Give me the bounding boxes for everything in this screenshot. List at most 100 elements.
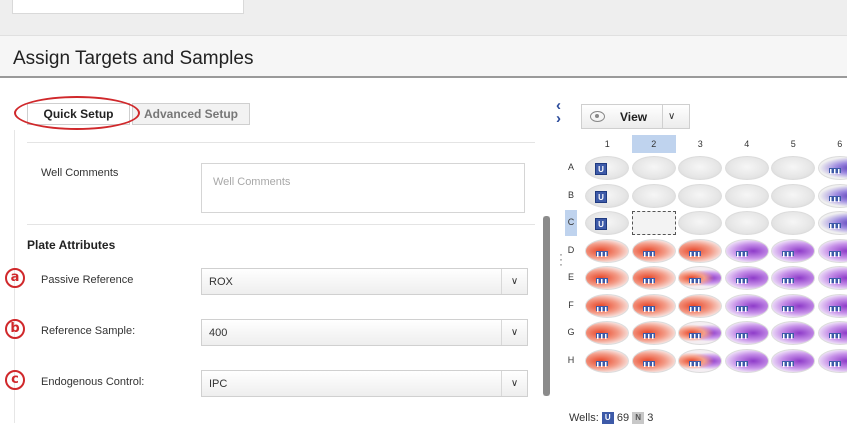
sample-tube-icon — [781, 326, 795, 340]
well-C4[interactable] — [725, 211, 769, 235]
unknown-count: 69 — [617, 412, 629, 424]
sample-tube-icon — [595, 244, 609, 258]
reference-sample-select[interactable]: 400 ∨ — [201, 319, 528, 346]
endogenous-control-select[interactable]: IPC ∨ — [201, 370, 528, 397]
plate-attributes-title: Plate Attributes — [27, 238, 115, 252]
unknown-sample-icon: U — [595, 218, 607, 230]
column-header-6[interactable]: 6 — [818, 135, 847, 153]
column-header-1[interactable]: 1 — [585, 135, 630, 153]
well-A2[interactable] — [632, 156, 676, 180]
well-D5[interactable] — [771, 239, 815, 263]
splitter-handle[interactable]: ··· — [559, 252, 563, 267]
sample-tube-icon — [642, 244, 656, 258]
view-menu-button[interactable]: View ∨ — [581, 104, 690, 129]
divider — [662, 105, 663, 128]
sample-tube-icon — [781, 354, 795, 368]
well-D1[interactable] — [585, 239, 629, 263]
well-F3[interactable] — [678, 294, 722, 318]
well-A5[interactable] — [771, 156, 815, 180]
sample-tube-icon — [828, 354, 842, 368]
well-H2[interactable] — [632, 349, 676, 373]
chevron-down-icon: ∨ — [501, 269, 527, 294]
well-D3[interactable] — [678, 239, 722, 263]
well-E2[interactable] — [632, 266, 676, 290]
column-header-4[interactable]: 4 — [725, 135, 770, 153]
row-header-C[interactable]: C — [565, 210, 577, 236]
well-H4[interactable] — [725, 349, 769, 373]
marker-c: c — [5, 370, 25, 390]
marker-a: a — [5, 268, 25, 288]
row-header-E[interactable]: E — [565, 265, 577, 291]
well-F5[interactable] — [771, 294, 815, 318]
row-header-H[interactable]: H — [565, 348, 577, 374]
sample-tube-icon — [642, 354, 656, 368]
well-B1[interactable]: U — [585, 184, 629, 208]
well-D6[interactable] — [818, 239, 847, 263]
sample-tube-icon — [595, 326, 609, 340]
sample-tube-icon — [735, 244, 749, 258]
row-header-A[interactable]: A — [565, 155, 577, 181]
well-F4[interactable] — [725, 294, 769, 318]
top-tab-fragment — [12, 0, 244, 14]
well-E5[interactable] — [771, 266, 815, 290]
tab-advanced-setup[interactable]: Advanced Setup — [132, 103, 250, 125]
well-H5[interactable] — [771, 349, 815, 373]
well-C3[interactable] — [678, 211, 722, 235]
chevron-down-icon[interactable]: ∨ — [668, 111, 675, 122]
well-A1[interactable]: U — [585, 156, 629, 180]
well-C6[interactable] — [818, 211, 847, 235]
well-C2[interactable] — [632, 211, 676, 235]
well-E3[interactable] — [678, 266, 722, 290]
well-G1[interactable] — [585, 321, 629, 345]
wells-summary: Wells: U 69 N 3 — [569, 412, 653, 424]
well-H3[interactable] — [678, 349, 722, 373]
column-header-3[interactable]: 3 — [678, 135, 723, 153]
view-label: View — [620, 110, 647, 124]
sample-tube-icon — [781, 299, 795, 313]
well-B4[interactable] — [725, 184, 769, 208]
plate-panel: View ∨ 123456AUBUCUDEFGH Wells: U 69 N 3 — [565, 96, 847, 423]
well-B5[interactable] — [771, 184, 815, 208]
well-G3[interactable] — [678, 321, 722, 345]
row-header-G[interactable]: G — [565, 320, 577, 346]
well-comments-placeholder: Well Comments — [213, 176, 290, 188]
well-H6[interactable] — [818, 349, 847, 373]
sample-tube-icon — [688, 271, 702, 285]
well-B2[interactable] — [632, 184, 676, 208]
well-A3[interactable] — [678, 156, 722, 180]
well-A6[interactable] — [818, 156, 847, 180]
plate-grid: 123456AUBUCUDEFGH — [565, 135, 847, 393]
well-G6[interactable] — [818, 321, 847, 345]
column-header-2[interactable]: 2 — [632, 135, 677, 153]
endogenous-control-label: Endogenous Control: — [41, 376, 144, 388]
row-header-F[interactable]: F — [565, 293, 577, 319]
well-G4[interactable] — [725, 321, 769, 345]
row-header-D[interactable]: D — [565, 238, 577, 264]
well-F1[interactable] — [585, 294, 629, 318]
passive-reference-select[interactable]: ROX ∨ — [201, 268, 528, 295]
sample-tube-icon — [642, 299, 656, 313]
well-H1[interactable] — [585, 349, 629, 373]
well-E4[interactable] — [725, 266, 769, 290]
well-B3[interactable] — [678, 184, 722, 208]
form-scrollbar-thumb[interactable] — [543, 216, 550, 396]
well-D2[interactable] — [632, 239, 676, 263]
well-C5[interactable] — [771, 211, 815, 235]
well-D4[interactable] — [725, 239, 769, 263]
well-comments-field[interactable]: Well Comments — [201, 163, 525, 213]
well-E6[interactable] — [818, 266, 847, 290]
well-C1[interactable]: U — [585, 211, 629, 235]
sample-tube-icon — [735, 354, 749, 368]
well-F6[interactable] — [818, 294, 847, 318]
endogenous-control-value: IPC — [209, 378, 227, 390]
well-B6[interactable] — [818, 184, 847, 208]
unknown-sample-icon: U — [595, 191, 607, 203]
well-E1[interactable] — [585, 266, 629, 290]
column-header-5[interactable]: 5 — [771, 135, 816, 153]
well-F2[interactable] — [632, 294, 676, 318]
well-G2[interactable] — [632, 321, 676, 345]
well-A4[interactable] — [725, 156, 769, 180]
well-G5[interactable] — [771, 321, 815, 345]
row-header-B[interactable]: B — [565, 183, 577, 209]
sample-tube-icon — [688, 299, 702, 313]
